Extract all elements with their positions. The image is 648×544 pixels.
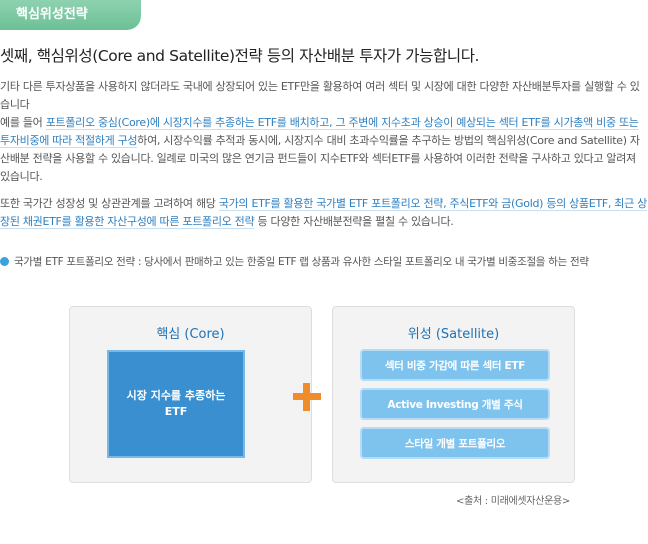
paragraph-1-text-a: 기타 다른 투자상품을 사용하지 않더라도 국내에 상장되어 있는 ETF만을 … (0, 80, 640, 111)
bullet-text: 국가별 ETF 포트폴리오 전략 : 당사에서 판매하고 있는 한중일 ETF … (14, 256, 589, 268)
core-panel: 핵심 (Core) 시장 지수를 추종하는 ETF (69, 306, 312, 483)
source-note: <출처 : 미래에셋자산운용> (456, 496, 570, 507)
core-etf-box: 시장 지수를 추종하는 ETF (107, 350, 245, 458)
satellite-item-sector-etf: 섹터 비중 가감에 따른 섹터 ETF (360, 349, 550, 381)
bullet-item: 국가별 ETF 포트폴리오 전략 : 당사에서 판매하고 있는 한중일 ETF … (0, 254, 648, 269)
bullet-dot-icon (0, 257, 9, 266)
satellite-panel: 위성 (Satellite) 섹터 비중 가감에 따른 섹터 ETF Activ… (332, 306, 575, 483)
satellite-item-style-portfolio: 스타일 개별 포트폴리오 (360, 427, 550, 459)
section-tag: 핵심위성전략 (0, 0, 141, 30)
paragraph-1: 기타 다른 투자상품을 사용하지 않더라도 국내에 상장되어 있는 ETF만을 … (0, 78, 648, 186)
satellite-title: 위성 (Satellite) (407, 327, 500, 342)
plus-icon (293, 383, 321, 411)
paragraph-1-text-b: 예를 들어 (0, 116, 46, 129)
paragraph-2: 또한 국가간 성장성 및 상관관계를 고려하여 해당 국가의 ETF를 활용한 … (0, 195, 648, 231)
page-heading: 셋째, 핵심위성(Core and Satellite)전략 등의 자산배분 투… (0, 47, 480, 65)
satellite-item-active-investing: Active Investing 개별 주식 (360, 388, 550, 420)
paragraph-2-text-b: 등 다양한 자산배분전략을 펼칠 수 있습니다. (254, 215, 454, 228)
paragraph-2-text-a: 또한 국가간 성장성 및 상관관계를 고려하여 해당 (0, 197, 219, 210)
core-title: 핵심 (Core) (156, 327, 225, 342)
